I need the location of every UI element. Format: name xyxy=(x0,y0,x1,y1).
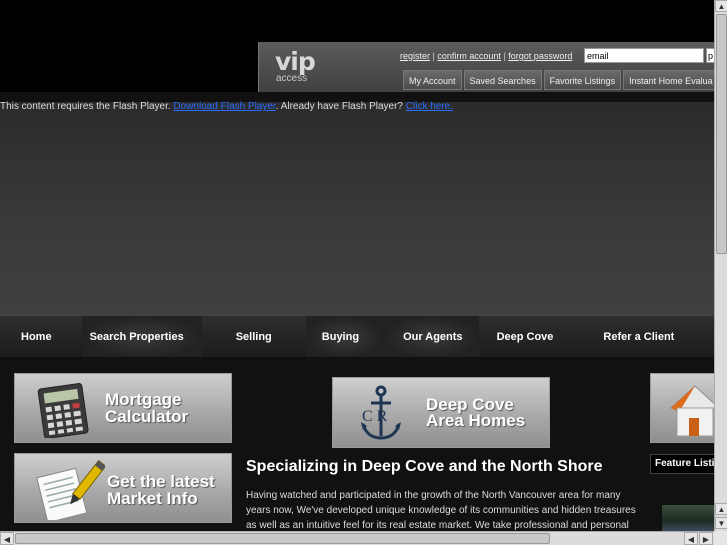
vip-logo[interactable]: vip access xyxy=(273,47,317,85)
horizontal-scrollbar[interactable]: ◀ ◀ ▶ xyxy=(0,531,714,545)
calculator-icon xyxy=(37,383,89,438)
content-area: Mortgage Calculator Get the latest Marke… xyxy=(0,357,720,531)
tab-my-account[interactable]: My Account xyxy=(403,70,462,90)
vip-logo-subtext: access xyxy=(276,73,308,84)
logo-letters: C R xyxy=(362,408,388,425)
scroll-left-icon[interactable]: ◀ xyxy=(0,532,14,545)
vip-account-links: register | confirm account | forgot pass… xyxy=(400,51,572,61)
anchor-logo-icon: C R xyxy=(361,385,401,440)
feature-listing-image[interactable] xyxy=(662,505,714,531)
scrollbar-corner xyxy=(714,531,727,545)
click-here-link[interactable]: Click here. xyxy=(406,101,453,112)
intro-paragraph: Having watched and participated in the g… xyxy=(246,490,636,531)
flash-message-text-2: . Already have Flash Player? xyxy=(275,101,406,112)
mortgage-calculator-banner[interactable]: Mortgage Calculator xyxy=(14,373,232,443)
market-info-banner[interactable]: Get the latest Market Info xyxy=(14,453,232,523)
scroll-up-icon[interactable]: ▲ xyxy=(715,0,727,12)
vip-logo-text: vip xyxy=(275,47,316,76)
feature-listings-tab[interactable]: Feature Listi xyxy=(650,454,720,474)
horizontal-scroll-thumb[interactable] xyxy=(15,533,550,544)
house-banner[interactable] xyxy=(650,373,720,443)
forgot-password-link[interactable]: forgot password xyxy=(508,51,572,61)
tab-favorite-listings[interactable]: Favorite Listings xyxy=(543,70,622,90)
document-pen-icon xyxy=(36,459,105,520)
link-separator: | xyxy=(432,51,435,61)
deep-cove-line2: Area Homes xyxy=(426,411,526,430)
tab-saved-searches[interactable]: Saved Searches xyxy=(463,70,542,90)
nav-selling[interactable]: Selling xyxy=(202,316,306,358)
page: vip access register | confirm account | … xyxy=(0,0,727,545)
vip-access-bar: vip access register | confirm account | … xyxy=(258,42,727,92)
nav-refer-a-client[interactable]: Refer a Client xyxy=(585,316,684,358)
page-heading: Specializing in Deep Cove and the North … xyxy=(246,458,603,475)
vertical-scroll-thumb[interactable] xyxy=(716,14,727,254)
mortgage-line2: Calculator xyxy=(105,407,189,426)
download-flash-link[interactable]: Download Flash Player xyxy=(173,101,275,112)
scroll-left-icon[interactable]: ◀ xyxy=(684,532,698,545)
tab-instant-home-evaluation[interactable]: Instant Home Evalua xyxy=(623,70,719,90)
flash-message: This content requires the Flash Player. … xyxy=(0,101,453,112)
nav-buying[interactable]: Buying xyxy=(305,315,384,358)
house-icon xyxy=(669,385,719,437)
nav-search-properties[interactable]: Search Properties xyxy=(81,315,202,358)
flash-area: This content requires the Flash Player. … xyxy=(0,92,714,315)
nav-home[interactable]: Home xyxy=(0,316,82,358)
scroll-down-icon[interactable]: ▼ xyxy=(715,517,727,529)
email-field[interactable] xyxy=(584,48,704,63)
main-nav: Home Search Properties Selling Buying Ou… xyxy=(0,315,714,358)
scroll-right-icon[interactable]: ▶ xyxy=(699,532,713,545)
link-separator: | xyxy=(503,51,506,61)
nav-our-agents[interactable]: Our Agents xyxy=(383,315,479,358)
vertical-scrollbar[interactable]: ▲ ▲ ▼ xyxy=(714,0,727,531)
market-line2: Market Info xyxy=(107,489,198,508)
flash-message-text: This content requires the Flash Player. xyxy=(0,101,174,112)
vip-tabs: My Account Saved Searches Favorite Listi… xyxy=(403,70,719,90)
deep-cove-area-homes-banner[interactable]: C R Deep Cove Area Homes xyxy=(332,377,550,448)
nav-deep-cove[interactable]: Deep Cove xyxy=(479,316,586,358)
confirm-account-link[interactable]: confirm account xyxy=(437,51,501,61)
scroll-up-icon[interactable]: ▲ xyxy=(715,503,727,515)
register-link[interactable]: register xyxy=(400,51,430,61)
